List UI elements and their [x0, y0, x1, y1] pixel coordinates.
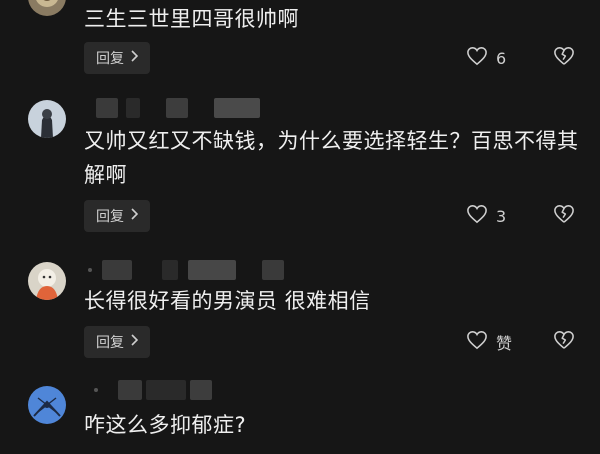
reply-label: 回复 — [96, 209, 124, 225]
comment-text: 又帅又红又不缺钱，为什么要选择轻生？百思不得其解啊 — [84, 129, 579, 187]
dislike-button[interactable] — [551, 42, 577, 74]
heart-outline-icon — [466, 46, 488, 70]
dislike-button[interactable] — [551, 326, 577, 358]
like-button[interactable]: 3 — [466, 200, 506, 232]
chevron-right-icon — [130, 50, 139, 66]
like-count: 6 — [496, 48, 507, 68]
reply-button[interactable]: 回复 — [84, 200, 150, 232]
chevron-right-icon — [130, 208, 139, 224]
dislike-button[interactable] — [551, 200, 577, 232]
like-count: 赞 — [496, 334, 513, 353]
broken-heart-icon — [553, 204, 575, 228]
avatar[interactable] — [28, 100, 66, 138]
avatar[interactable] — [28, 386, 66, 424]
like-count: 3 — [496, 206, 507, 226]
like-button[interactable]: 赞 — [466, 326, 512, 358]
heart-outline-icon — [466, 330, 488, 354]
reply-button[interactable]: 回复 — [84, 42, 150, 74]
like-button[interactable]: 6 — [466, 42, 506, 74]
comment-text: 咋这么多抑郁症? — [84, 413, 247, 437]
avatar[interactable] — [28, 262, 66, 300]
avatar[interactable] — [28, 0, 66, 16]
reply-label: 回复 — [96, 335, 124, 351]
reply-button[interactable]: 回复 — [84, 326, 150, 358]
comment-text: 三生三世里四哥很帅啊 — [84, 7, 299, 31]
reply-label: 回复 — [96, 51, 124, 67]
heart-outline-icon — [466, 204, 488, 228]
broken-heart-icon — [553, 330, 575, 354]
chevron-right-icon — [130, 334, 139, 350]
comment-text: 长得很好看的男演员 很难相信 — [84, 289, 371, 313]
broken-heart-icon — [553, 46, 575, 70]
